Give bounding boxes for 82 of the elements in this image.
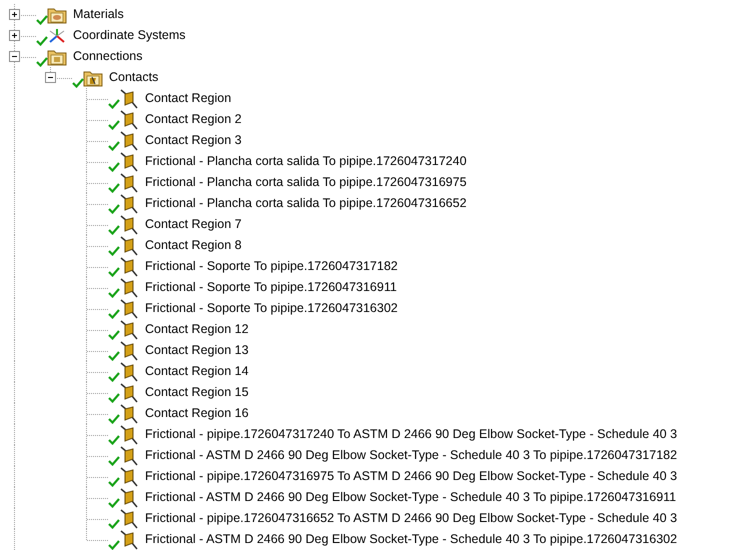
contact-icon bbox=[119, 466, 139, 486]
check-icon bbox=[108, 540, 120, 550]
tree-item[interactable]: Contacts bbox=[109, 67, 158, 88]
contact-icon bbox=[119, 530, 139, 550]
tree-item[interactable]: Contact Region 7 bbox=[145, 214, 242, 235]
tree-item[interactable]: Coordinate Systems bbox=[73, 25, 186, 46]
check-icon bbox=[36, 56, 48, 66]
tree-item[interactable]: Frictional - Plancha corta salida To pipipe.1726047316652 bbox=[145, 193, 467, 214]
tree-item[interactable]: Contact Region 2 bbox=[145, 109, 242, 130]
check-icon bbox=[108, 288, 120, 298]
tree-item[interactable]: Contact Region 14 bbox=[145, 361, 249, 382]
contact-icon bbox=[119, 488, 139, 508]
check-icon bbox=[108, 350, 120, 360]
tree-item[interactable]: Frictional - Plancha corta salida To pipipe.1726047317240 bbox=[145, 151, 467, 172]
check-icon bbox=[108, 308, 120, 318]
tree-item[interactable]: Frictional - ASTM D 2466 90 Deg Elbow Socket-Type - Schedule 40 3 To pipipe.1726047317182 bbox=[145, 445, 678, 466]
contact-icon bbox=[119, 508, 139, 528]
tree-item[interactable]: Frictional - ASTM D 2466 90 Deg Elbow Socket-Type - Schedule 40 3 To pipipe.1726047316302 bbox=[145, 529, 678, 550]
check-icon bbox=[108, 98, 120, 108]
check-icon bbox=[36, 14, 48, 24]
check-icon bbox=[108, 120, 120, 130]
tree-item[interactable]: Frictional - pipipe.1726047316652 To ASTM D 2466 90 Deg Elbow Socket-Type - Schedule 40 3 bbox=[145, 508, 678, 529]
expand-toggle[interactable] bbox=[45, 72, 56, 83]
check-icon bbox=[36, 36, 48, 46]
contact-icon bbox=[119, 88, 139, 108]
contact-icon bbox=[119, 194, 139, 214]
check-icon bbox=[108, 456, 120, 466]
contacts-folder-icon bbox=[83, 68, 103, 86]
tree-item[interactable]: Contact Region 15 bbox=[145, 382, 249, 403]
check-icon bbox=[108, 162, 120, 172]
tree-item[interactable]: Contact Region bbox=[145, 88, 232, 109]
check-icon bbox=[108, 224, 120, 234]
expand-toggle[interactable] bbox=[9, 51, 20, 62]
contact-icon bbox=[119, 152, 139, 172]
tree-item[interactable]: Frictional - ASTM D 2466 90 Deg Elbow Socket-Type - Schedule 40 3 To pipipe.1726047316911 bbox=[145, 487, 676, 508]
check-icon bbox=[72, 78, 84, 88]
tree-item[interactable]: Frictional - pipipe.1726047316975 To ASTM D 2466 90 Deg Elbow Socket-Type - Schedule 40 3 bbox=[145, 466, 678, 487]
check-icon bbox=[108, 140, 120, 150]
expand-toggle[interactable] bbox=[9, 9, 20, 20]
contact-icon bbox=[119, 278, 139, 298]
connections-folder-icon bbox=[47, 48, 67, 66]
tree-item[interactable]: Frictional - Soporte To pipipe.1726047316911 bbox=[145, 277, 397, 298]
contact-icon bbox=[119, 256, 139, 276]
tree-item[interactable]: Contact Region 3 bbox=[145, 130, 242, 151]
tree-item[interactable]: Frictional - Soporte To pipipe.1726047317182 bbox=[145, 256, 398, 277]
contact-icon bbox=[119, 298, 139, 318]
axes-icon bbox=[47, 26, 67, 44]
contact-icon bbox=[119, 404, 139, 424]
check-icon bbox=[108, 204, 120, 214]
contact-icon bbox=[119, 130, 139, 150]
check-icon bbox=[108, 498, 120, 508]
contact-icon bbox=[119, 236, 139, 256]
check-icon bbox=[108, 330, 120, 340]
contact-icon bbox=[119, 110, 139, 130]
tree-item[interactable]: Materials bbox=[73, 4, 124, 25]
contact-icon bbox=[119, 362, 139, 382]
tree-item[interactable]: Contact Region 13 bbox=[145, 340, 249, 361]
contact-icon bbox=[119, 340, 139, 360]
contact-icon bbox=[119, 214, 139, 234]
tree-item[interactable]: Frictional - Plancha corta salida To pipipe.1726047316975 bbox=[145, 172, 467, 193]
check-icon bbox=[108, 434, 120, 444]
contact-icon bbox=[119, 172, 139, 192]
tree-item[interactable]: Contact Region 12 bbox=[145, 319, 249, 340]
expand-toggle[interactable] bbox=[9, 30, 20, 41]
check-icon bbox=[108, 372, 120, 382]
check-icon bbox=[108, 392, 120, 402]
check-icon bbox=[108, 246, 120, 256]
contact-icon bbox=[119, 424, 139, 444]
tree-item[interactable]: Contact Region 16 bbox=[145, 403, 249, 424]
check-icon bbox=[108, 476, 120, 486]
tree-item[interactable]: Frictional - Soporte To pipipe.1726047316302 bbox=[145, 298, 398, 319]
contact-icon bbox=[119, 446, 139, 466]
check-icon bbox=[108, 414, 120, 424]
tree-item[interactable]: Contact Region 8 bbox=[145, 235, 242, 256]
tree-item[interactable]: Connections bbox=[73, 46, 142, 67]
check-icon bbox=[108, 266, 120, 276]
tree-item[interactable]: Frictional - pipipe.1726047317240 To ASTM D 2466 90 Deg Elbow Socket-Type - Schedule 40 3 bbox=[145, 424, 678, 445]
materials-folder-icon bbox=[47, 6, 67, 24]
contact-icon bbox=[119, 320, 139, 340]
contact-icon bbox=[119, 382, 139, 402]
check-icon bbox=[108, 518, 120, 528]
check-icon bbox=[108, 182, 120, 192]
